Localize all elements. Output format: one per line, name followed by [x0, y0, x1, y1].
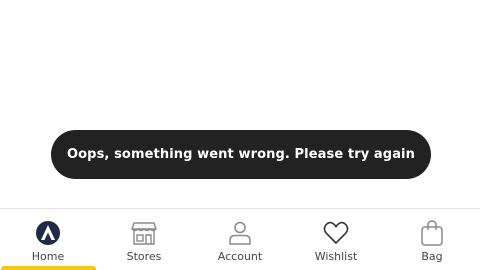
nav-label-stores: Stores	[126, 250, 162, 263]
nav-label-account: Account	[217, 250, 263, 263]
active-tab-indicator	[1, 266, 96, 270]
store-icon	[130, 219, 158, 247]
heart-icon	[322, 219, 350, 247]
home-logo-icon	[34, 219, 62, 247]
error-toast: Oops, something went wrong. Please try a…	[51, 130, 431, 179]
nav-item-account[interactable]: Account	[192, 209, 288, 270]
bag-icon	[418, 219, 446, 247]
bottom-navigation: Home Stores Account Wishlist Bag	[0, 208, 480, 270]
toast-message: Oops, something went wrong. Please try a…	[67, 147, 415, 162]
nav-item-stores[interactable]: Stores	[96, 209, 192, 270]
nav-item-wishlist[interactable]: Wishlist	[288, 209, 384, 270]
nav-label-wishlist: Wishlist	[314, 250, 358, 263]
nav-label-bag: Bag	[421, 250, 443, 263]
nav-item-home[interactable]: Home	[0, 209, 96, 270]
app-screen: Oops, something went wrong. Please try a…	[0, 0, 480, 270]
nav-label-home: Home	[31, 250, 65, 263]
nav-item-bag[interactable]: Bag	[384, 209, 480, 270]
account-icon	[226, 219, 254, 247]
